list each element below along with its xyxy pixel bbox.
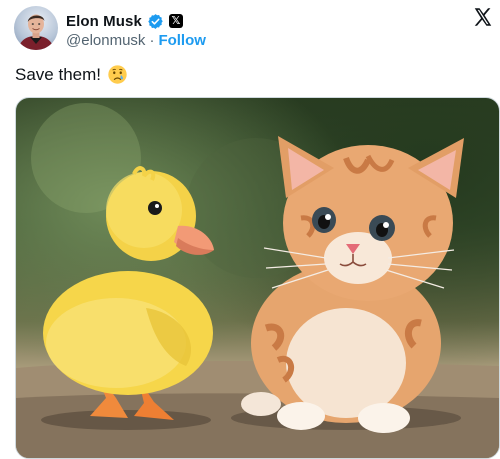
author-display-name[interactable]: Elon Musk	[66, 13, 142, 30]
avatar[interactable]	[14, 6, 58, 50]
verified-badge-icon	[147, 13, 164, 30]
handle-separator: ·	[149, 32, 155, 49]
tweet-header: Elon Musk 𝕏 @elonmusk · Follow	[14, 6, 500, 56]
crying-face-emoji-icon	[107, 64, 128, 85]
tweet-text: Save them!	[15, 64, 128, 85]
follow-button[interactable]: Follow	[158, 32, 206, 49]
tweet-photo[interactable]	[15, 97, 500, 459]
x-logo-icon[interactable]	[472, 6, 494, 28]
tweet-text-content: Save them!	[15, 64, 101, 84]
name-row: Elon Musk 𝕏	[66, 10, 183, 32]
x-affiliation-icon[interactable]: 𝕏	[168, 14, 183, 28]
author-handle[interactable]: @elonmusk	[66, 32, 145, 49]
tweet-card: Elon Musk 𝕏 @elonmusk · Follow Save them…	[0, 0, 500, 459]
handle-row: @elonmusk · Follow	[66, 32, 206, 49]
